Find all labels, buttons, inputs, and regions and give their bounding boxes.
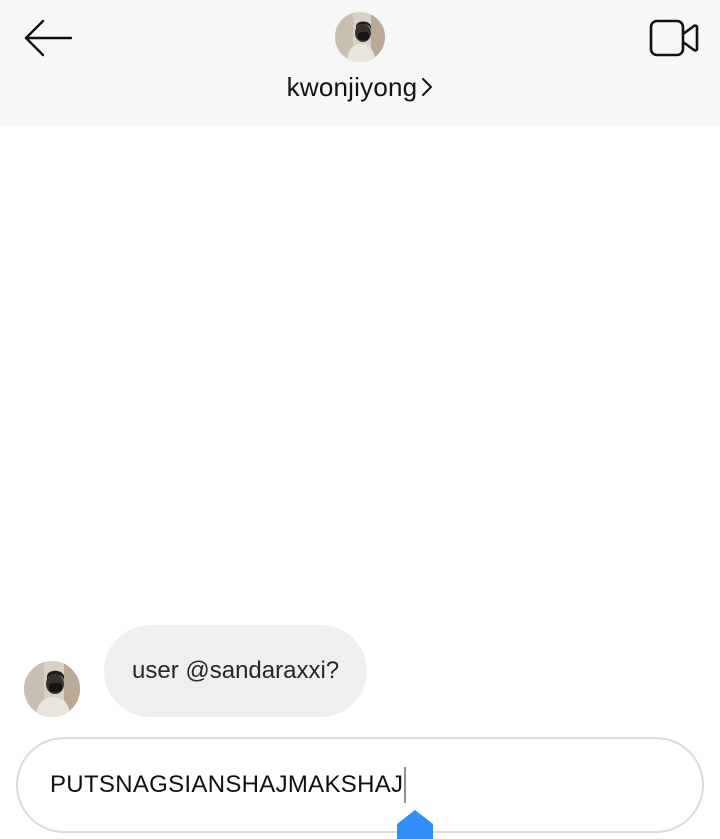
thread-profile[interactable]: kwonjiyong [0, 12, 720, 102]
message-row: user @sandaraxxi? [24, 625, 368, 717]
video-camera-icon [648, 17, 700, 64]
message-list[interactable]: user @sandaraxxi? [0, 126, 720, 726]
thread-header: kwonjiyong [0, 0, 720, 126]
video-call-button[interactable] [646, 16, 702, 64]
text-selection-handle[interactable] [397, 810, 433, 839]
username-row[interactable]: kwonjiyong [287, 72, 434, 102]
avatar[interactable] [335, 12, 385, 62]
message-bubble[interactable]: user @sandaraxxi? [104, 625, 368, 717]
sender-avatar[interactable] [24, 661, 80, 717]
message-text: user @sandaraxxi? [132, 657, 340, 684]
text-caret [404, 767, 407, 803]
username: kwonjiyong [286, 71, 418, 102]
chevron-right-icon [421, 76, 433, 98]
dm-thread-screen: kwonjiyong user @sandaraxxi? PUTSNAGSIAN… [0, 0, 720, 839]
message-composer[interactable]: PUTSNAGSIANSHAJMAKSHAJ [16, 737, 704, 833]
message-input[interactable]: PUTSNAGSIANSHAJMAKSHAJ [50, 771, 403, 799]
